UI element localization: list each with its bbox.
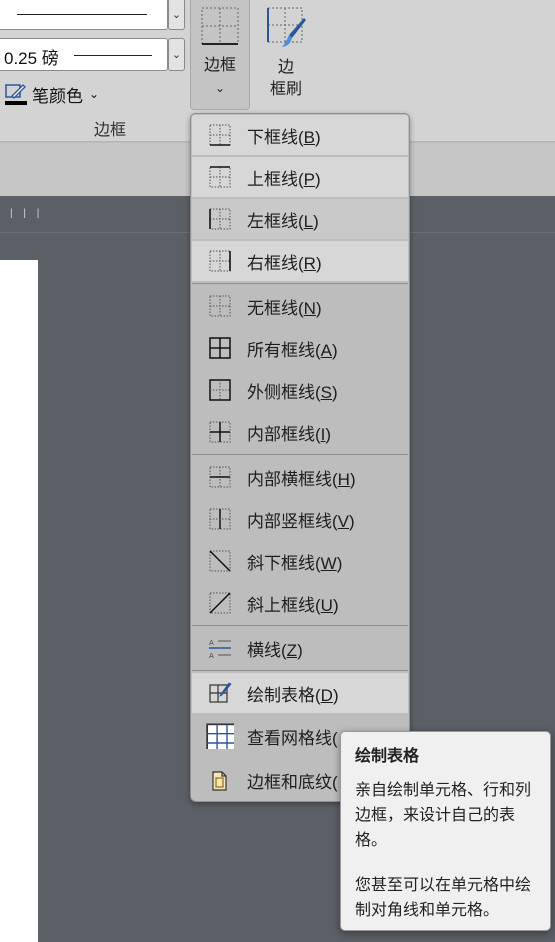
menu-item-diagonal-down-border[interactable]: 斜下框线(W)	[192, 541, 408, 581]
line-style-combo[interactable]	[0, 0, 168, 30]
menu-item-label: 内部框线(I)	[247, 424, 332, 444]
outside-borders-icon	[209, 379, 231, 401]
chevron-down-icon: ⌄	[89, 87, 100, 101]
menu-item-inside-vertical-border[interactable]: 内部竖框线(V)	[192, 499, 408, 539]
pen-color-button[interactable]: 笔颜色 ⌄	[4, 82, 99, 106]
group-label-borders: 边框	[94, 122, 127, 139]
menu-item-left-border[interactable]: 左框线(L)	[192, 199, 408, 239]
inside-vertical-border-icon	[209, 508, 231, 530]
menu-item-label: 右框线(R)	[247, 253, 322, 273]
borders-button-label: 边框	[203, 57, 236, 74]
inside-borders-icon	[209, 421, 231, 443]
menu-separator	[192, 283, 408, 284]
top-border-icon	[209, 166, 231, 188]
diagonal-down-border-icon	[209, 550, 231, 572]
menu-item-diagonal-up-border[interactable]: 斜上框线(U)	[192, 583, 408, 623]
menu-item-label: 内部竖框线(V)	[247, 511, 355, 531]
line-style-sample	[17, 14, 147, 15]
menu-item-label: 查看网格线(	[247, 728, 338, 748]
line-style-dropdown-button[interactable]: ⌄	[168, 0, 185, 30]
line-weight-dropdown-button[interactable]: ⌄	[168, 38, 185, 71]
borders-dropdown-menu: 下框线(B) 上框线(P) 左框线(L) 右框线(R) 无框线(N) 所有框线(…	[190, 113, 410, 802]
border-painter-label-2: 框刷	[269, 81, 302, 98]
tooltip-description: 亲自绘制单元格、行和列边框，来设计自己的表格。	[355, 782, 532, 849]
chevron-down-icon: ⌄	[171, 49, 182, 61]
horizontal-line-icon: AA	[209, 639, 231, 659]
menu-separator	[192, 670, 408, 671]
right-border-icon	[209, 250, 231, 272]
tooltip-tip: 您甚至可以在单元格中绘制对角线和单元格。	[355, 877, 532, 919]
bottom-border-icon	[209, 124, 231, 146]
all-borders-icon	[209, 337, 231, 359]
draw-table-tooltip: 绘制表格 亲自绘制单元格、行和列边框，来设计自己的表格。 您甚至可以在单元格中绘…	[340, 731, 551, 931]
menu-item-label: 斜上框线(U)	[247, 595, 339, 615]
menu-item-label: 左框线(L)	[247, 211, 319, 231]
menu-item-label: 内部横框线(H)	[247, 469, 356, 489]
menu-item-label: 下框线(B)	[247, 127, 321, 147]
menu-item-all-borders[interactable]: 所有框线(A)	[192, 328, 408, 368]
line-weight-value: 0.25 磅	[4, 49, 59, 68]
borders-and-shading-icon	[212, 771, 227, 791]
view-gridlines-icon	[206, 723, 234, 749]
pen-color-icon	[5, 84, 27, 105]
menu-item-label: 上框线(P)	[247, 169, 321, 189]
pen-color-label: 笔颜色	[32, 86, 83, 106]
menu-item-draw-table[interactable]: 绘制表格(D)	[192, 673, 408, 713]
menu-item-label: 无框线(N)	[247, 298, 322, 318]
menu-item-inside-borders[interactable]: 内部框线(I)	[192, 412, 408, 452]
menu-item-label: 斜下框线(W)	[247, 553, 343, 573]
no-border-icon	[209, 295, 231, 317]
line-weight-sample	[74, 55, 152, 56]
ruler-ticks: | | |	[10, 208, 44, 219]
draw-table-icon	[209, 682, 232, 703]
border-painter-button[interactable]: 边 框刷	[258, 0, 314, 110]
borders-button[interactable]: 边框 ⌄	[190, 0, 250, 110]
document-page	[0, 260, 38, 942]
menu-item-label: 横线(Z)	[247, 640, 303, 660]
svg-text:A: A	[209, 652, 214, 659]
menu-item-top-border[interactable]: 上框线(P)	[192, 157, 408, 197]
menu-item-label: 边框和底纹(	[247, 772, 338, 792]
menu-item-label: 外侧框线(S)	[247, 382, 338, 402]
inside-horizontal-border-icon	[209, 466, 231, 488]
menu-separator	[192, 454, 408, 455]
menu-separator	[192, 625, 408, 626]
border-painter-icon	[267, 7, 306, 47]
tooltip-title: 绘制表格	[355, 748, 420, 765]
menu-item-no-border[interactable]: 无框线(N)	[192, 286, 408, 326]
diagonal-up-border-icon	[209, 592, 231, 614]
borders-icon	[201, 7, 239, 45]
border-painter-label-1: 边	[277, 59, 294, 76]
chevron-down-icon: ⌄	[171, 8, 182, 21]
menu-item-inside-horizontal-border[interactable]: 内部横框线(H)	[192, 457, 408, 497]
menu-item-label: 所有框线(A)	[247, 340, 338, 360]
chevron-down-icon: ⌄	[214, 81, 226, 95]
menu-item-label: 绘制表格(D)	[247, 685, 339, 705]
menu-item-outside-borders[interactable]: 外侧框线(S)	[192, 370, 408, 410]
menu-item-bottom-border[interactable]: 下框线(B)	[192, 115, 408, 155]
menu-item-horizontal-line[interactable]: AA 横线(Z)	[192, 628, 408, 668]
menu-item-right-border[interactable]: 右框线(R)	[192, 241, 408, 281]
svg-text:A: A	[209, 639, 214, 647]
left-border-icon	[209, 208, 231, 230]
